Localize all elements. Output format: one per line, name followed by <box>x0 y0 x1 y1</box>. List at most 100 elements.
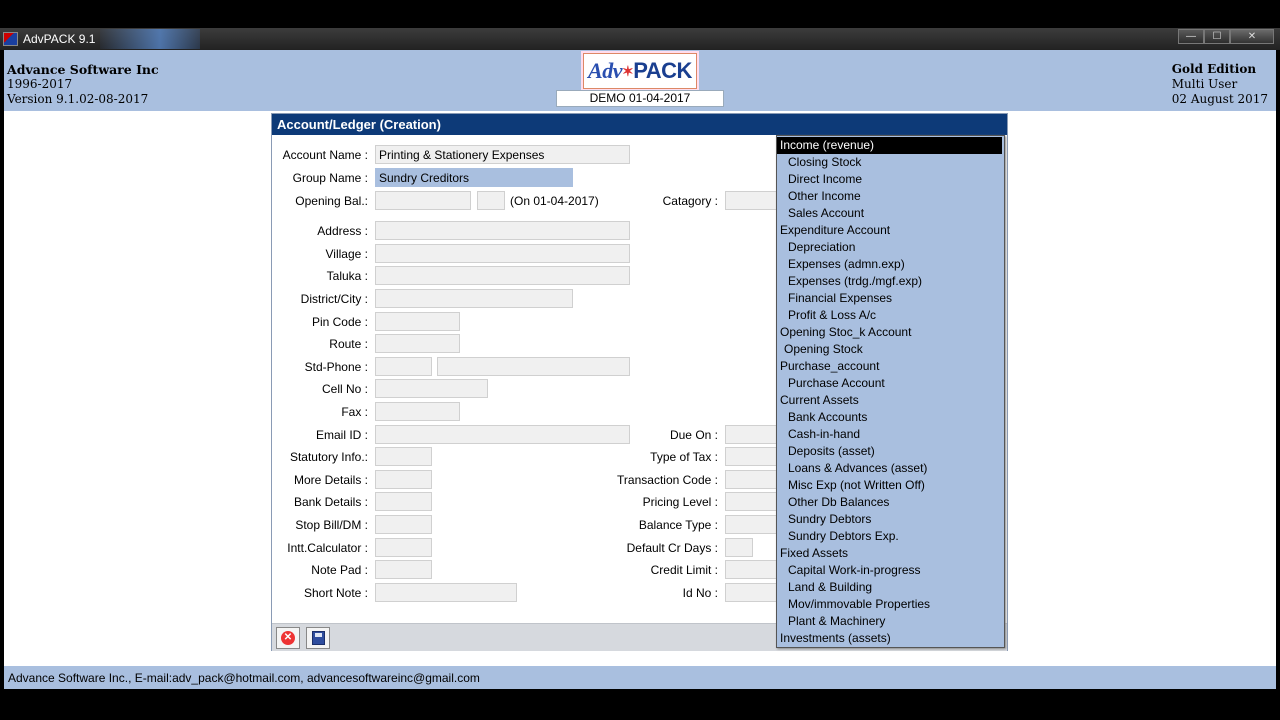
stop-bill-input[interactable] <box>375 515 432 534</box>
group-option[interactable]: Current Assets <box>777 392 1004 409</box>
transaction-code-label: Transaction Code : <box>617 473 718 487</box>
address-label: Address : <box>317 224 368 238</box>
group-option[interactable]: Expenses (admn.exp) <box>777 256 1004 273</box>
route-label: Route : <box>329 337 368 351</box>
default-cr-days-input[interactable] <box>725 538 753 557</box>
balance-type-label: Balance Type : <box>638 518 718 532</box>
minimize-button[interactable]: — <box>1178 29 1204 44</box>
star-icon: ✶ <box>622 63 634 79</box>
demo-date-label: DEMO 01-04-2017 <box>556 90 724 107</box>
group-option[interactable]: Expenditure Account <box>777 222 1004 239</box>
group-option[interactable]: Land & Building <box>777 579 1004 596</box>
group-name-input[interactable]: Sundry Creditors <box>375 168 573 187</box>
group-option[interactable]: Sundry Debtors <box>777 511 1004 528</box>
close-window-button[interactable]: ✕ <box>1230 29 1274 44</box>
current-date: 02 August 2017 <box>1171 92 1268 106</box>
cancel-button[interactable]: ✕ <box>276 627 300 649</box>
group-option[interactable]: Opening Stoc_k Account <box>777 324 1004 341</box>
cell-no-input[interactable] <box>375 379 488 398</box>
note-pad-input[interactable] <box>375 560 432 579</box>
version-text: Version 9.1.02-08-2017 <box>7 92 149 106</box>
credit-limit-label: Credit Limit : <box>650 563 718 577</box>
group-option[interactable]: Misc Exp (not Written Off) <box>777 477 1004 494</box>
group-option[interactable]: Bank Accounts <box>777 409 1004 426</box>
account-name-label: Account Name : <box>282 148 368 162</box>
group-option[interactable]: Other Db Balances <box>777 494 1004 511</box>
intt-calc-label: Intt.Calculator : <box>287 541 368 555</box>
short-note-input[interactable] <box>375 583 517 602</box>
pin-code-label: Pin Code : <box>311 315 368 329</box>
opening-bal-label: Opening Bal.: <box>295 194 368 208</box>
group-option[interactable]: Capital Work-in-progress <box>777 562 1004 579</box>
opening-bal-drcr-input[interactable] <box>477 191 505 210</box>
address-input-1[interactable] <box>375 221 630 240</box>
group-name-label: Group Name : <box>292 171 368 185</box>
due-on-label: Due On : <box>669 428 718 442</box>
pin-code-input[interactable] <box>375 312 460 331</box>
group-dropdown-list[interactable]: Income (revenue) Closing Stock Direct Inco… <box>776 135 1005 648</box>
group-option[interactable]: Purchase Account <box>777 375 1004 392</box>
group-option[interactable]: Income (revenue) <box>777 137 1002 154</box>
district-label: District/City : <box>300 292 368 306</box>
group-option[interactable]: Sundry Debtors Exp. <box>777 528 1004 545</box>
group-option[interactable]: Plant & Machinery <box>777 613 1004 630</box>
group-option[interactable]: Sales Account <box>777 205 1004 222</box>
save-button[interactable] <box>306 627 330 649</box>
pricing-level-label: Pricing Level : <box>642 495 718 509</box>
top-letterbox <box>0 0 1280 28</box>
route-input[interactable] <box>375 334 460 353</box>
fax-input[interactable] <box>375 402 460 421</box>
group-option[interactable]: Loans & Advances (asset) <box>777 460 1004 477</box>
advpack-logo: Adv✶PACK <box>583 53 697 89</box>
fax-label: Fax : <box>341 405 368 419</box>
titlebar-glass <box>100 29 200 49</box>
taluka-label: Taluka : <box>326 269 368 283</box>
std-code-input[interactable] <box>375 357 432 376</box>
intt-calc-input[interactable] <box>375 538 432 557</box>
opening-bal-input[interactable] <box>375 191 471 210</box>
group-option[interactable]: Other Income <box>777 188 1004 205</box>
email-input[interactable] <box>375 425 630 444</box>
district-input[interactable] <box>375 289 573 308</box>
company-info: Advance Software Inc 1996-2017 Version 9… <box>7 62 159 107</box>
short-note-label: Short Note : <box>303 586 368 600</box>
group-option[interactable]: Closing Stock <box>777 154 1004 171</box>
dropdown-scrollbar[interactable] <box>1002 153 1004 647</box>
window-titlebar[interactable]: AdvPACK 9.1 — ☐ ✕ <box>0 28 1280 50</box>
group-option[interactable]: Depreciation <box>777 239 1004 256</box>
app-icon <box>3 32 18 46</box>
phone-input[interactable] <box>437 357 630 376</box>
group-option[interactable]: Profit & Loss A/c <box>777 307 1004 324</box>
group-option[interactable]: Investments (assets) <box>777 630 1004 647</box>
status-bar: Advance Software Inc., E-mail:adv_pack@h… <box>0 666 1280 689</box>
stop-bill-label: Stop Bill/DM : <box>295 518 368 532</box>
more-details-label: More Details : <box>293 473 368 487</box>
taluka-input[interactable] <box>375 266 630 285</box>
group-option[interactable]: Financial Expenses <box>777 290 1004 307</box>
edition-name: Gold Edition <box>1171 62 1257 76</box>
email-label: Email ID : <box>315 428 368 442</box>
bank-details-input[interactable] <box>375 492 432 511</box>
group-option[interactable]: Opening Stock <box>777 341 1004 358</box>
window-title: AdvPACK 9.1 <box>23 32 96 46</box>
group-option[interactable]: Expenses (trdg./mgf.exp) <box>777 273 1004 290</box>
address-input-2[interactable] <box>375 244 630 263</box>
note-pad-label: Note Pad : <box>311 563 368 577</box>
group-option[interactable]: Cash-in-hand <box>777 426 1004 443</box>
village-label: Village : <box>325 247 368 261</box>
group-option[interactable]: Direct Income <box>777 171 1004 188</box>
group-option[interactable]: Deposits (asset) <box>777 443 1004 460</box>
group-options: Income (revenue) Closing Stock Direct Inco… <box>777 136 1004 647</box>
bottom-letterbox <box>0 689 1280 720</box>
type-of-tax-label: Type of Tax : <box>650 450 718 464</box>
statutory-input[interactable] <box>375 447 432 466</box>
group-option[interactable]: Fixed Assets <box>777 545 1004 562</box>
default-cr-days-label: Default Cr Days : <box>626 541 718 555</box>
group-option[interactable]: Mov/immovable Properties <box>777 596 1004 613</box>
group-option[interactable]: Purchase_account <box>777 358 1004 375</box>
edition-info: Gold Edition Multi User 02 August 2017 <box>1172 62 1268 107</box>
cell-no-label: Cell No : <box>321 382 368 396</box>
account-name-input[interactable]: Printing & Stationery Expenses <box>375 145 630 164</box>
maximize-button[interactable]: ☐ <box>1204 29 1230 44</box>
more-details-input[interactable] <box>375 470 432 489</box>
